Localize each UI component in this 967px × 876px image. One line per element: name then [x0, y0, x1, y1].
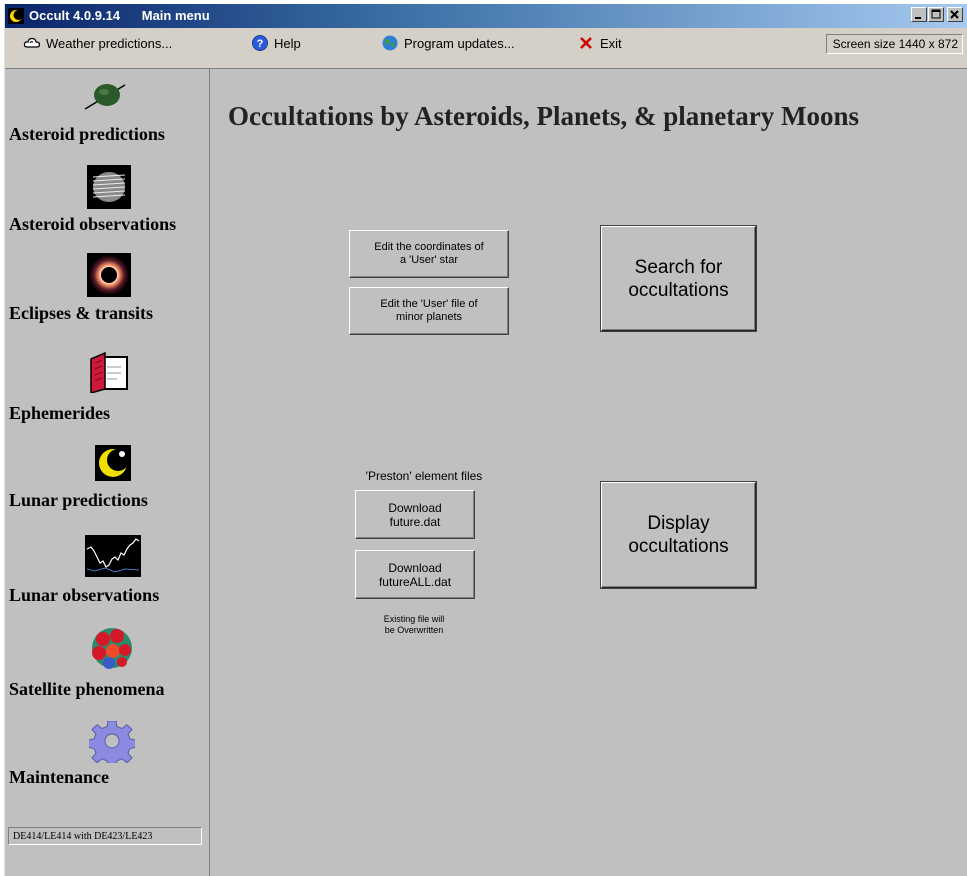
- sidebar-item-maintenance[interactable]: Maintenance: [5, 717, 209, 797]
- minimize-icon: [915, 17, 921, 19]
- sidebar-item-eclipses-transits[interactable]: Eclipses & transits: [5, 249, 209, 329]
- program-updates-menu[interactable]: Program updates...: [381, 34, 515, 52]
- window-title-app: Occult 4.0.9.14: [29, 8, 121, 23]
- book-icon: [90, 351, 128, 393]
- main-panel: Occultations by Asteroids, Planets, & pl…: [210, 69, 967, 876]
- light-curve-icon: [85, 535, 141, 577]
- page-title: Occultations by Asteroids, Planets, & pl…: [228, 101, 860, 131]
- edit-user-file-label: Edit the 'User' file of minor planets: [380, 298, 478, 323]
- sidebar-item-ephemerides[interactable]: Ephemerides: [5, 341, 209, 427]
- help-icon: ?: [252, 35, 268, 51]
- display-occultations-button[interactable]: Display occultations: [601, 482, 756, 588]
- sidebar-item-asteroid-predictions[interactable]: Asteroid predictions: [5, 69, 209, 149]
- download-future-button[interactable]: Download future.dat: [355, 490, 475, 539]
- download-future-all-button[interactable]: Download futureALL.dat: [355, 550, 475, 599]
- app-moon-icon: [8, 8, 24, 24]
- close-icon: [950, 10, 959, 19]
- svg-text:?: ?: [257, 38, 264, 50]
- sidebar: Asteroid predictions Asteroid observatio…: [5, 69, 210, 876]
- search-occultations-button[interactable]: Search for occultations: [601, 226, 756, 331]
- weather-predictions-menu[interactable]: Weather predictions...: [23, 34, 172, 52]
- edit-user-file-button[interactable]: Edit the 'User' file of minor planets: [349, 287, 509, 335]
- ephemeris-status-label: DE414/LE414 with DE423/LE423: [8, 827, 202, 845]
- sidebar-label-asteroid-observations: Asteroid observations: [9, 214, 177, 234]
- sidebar-label-asteroid-predictions: Asteroid predictions: [9, 124, 165, 144]
- satellites-icon: [92, 628, 132, 669]
- sidebar-item-lunar-observations[interactable]: Lunar observations: [5, 531, 209, 611]
- maximize-icon: [931, 9, 941, 19]
- download-future-label: Download future.dat: [388, 500, 442, 529]
- maximize-button[interactable]: [928, 7, 944, 22]
- window-title-sub: Main menu: [141, 8, 210, 23]
- sidebar-label-eclipses-transits: Eclipses & transits: [9, 303, 153, 323]
- menu-bar: Weather predictions... ? Help Program up…: [5, 28, 967, 69]
- sidebar-item-asteroid-observations[interactable]: Asteroid observations: [5, 159, 209, 239]
- asteroid-profile-icon: [87, 165, 131, 209]
- help-label: Help: [274, 35, 301, 51]
- globe-icon: [382, 35, 398, 51]
- program-updates-label: Program updates...: [404, 35, 515, 51]
- search-occultations-label: Search for occultations: [628, 256, 729, 301]
- moon-icon: [95, 445, 131, 481]
- sidebar-item-satellite-phenomena[interactable]: Satellite phenomena: [5, 621, 209, 707]
- screen-size-label: Screen size 1440 x 872: [825, 34, 963, 54]
- sidebar-item-lunar-predictions[interactable]: Lunar predictions: [5, 439, 209, 515]
- exit-label: Exit: [600, 35, 622, 51]
- sidebar-label-maintenance: Maintenance: [9, 767, 109, 787]
- preston-files-label: 'Preston' element files: [365, 469, 483, 483]
- cloud-icon: [23, 37, 41, 48]
- help-menu[interactable]: ? Help: [251, 34, 301, 52]
- overwrite-note: Existing file will be Overwritten: [383, 614, 445, 635]
- title-bar[interactable]: Occult 4.0.9.14 Main menu: [5, 4, 967, 28]
- gear-icon: [89, 721, 135, 763]
- edit-user-star-button[interactable]: Edit the coordinates of a 'User' star: [349, 230, 509, 278]
- main-window: Occult 4.0.9.14 Main menu Weather predic…: [4, 4, 967, 876]
- exit-x-icon: [580, 37, 592, 49]
- sidebar-label-satellite-phenomena: Satellite phenomena: [9, 679, 165, 699]
- exit-menu[interactable]: Exit: [577, 34, 622, 52]
- close-button[interactable]: [947, 7, 963, 22]
- edit-user-star-label: Edit the coordinates of a 'User' star: [374, 241, 484, 266]
- sidebar-label-ephemerides: Ephemerides: [9, 403, 110, 423]
- display-occultations-label: Display occultations: [628, 513, 729, 557]
- sidebar-label-lunar-observations: Lunar observations: [9, 585, 160, 605]
- weather-predictions-label: Weather predictions...: [46, 35, 173, 51]
- asteroid-icon: [84, 84, 126, 110]
- sidebar-label-lunar-predictions: Lunar predictions: [9, 490, 148, 510]
- minimize-button[interactable]: [911, 7, 927, 22]
- download-future-all-label: Download futureALL.dat: [378, 560, 452, 589]
- eclipse-icon: [87, 253, 131, 297]
